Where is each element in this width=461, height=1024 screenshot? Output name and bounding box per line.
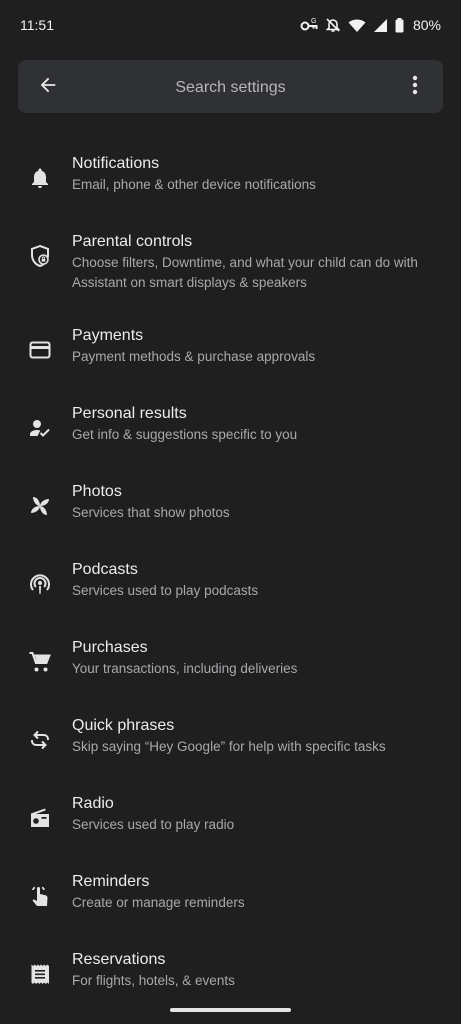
more-options-button[interactable] <box>403 73 427 101</box>
pinwheel-icon <box>26 492 54 520</box>
repeat-icon <box>26 726 54 754</box>
vpn-key-icon: G <box>300 17 318 33</box>
setting-title: Quick phrases <box>72 717 175 734</box>
home-indicator[interactable] <box>170 1008 291 1012</box>
setting-title: Radio <box>72 795 114 812</box>
setting-subtitle: Skip saying “Hey Google” for help with s… <box>72 739 386 754</box>
setting-title: Photos <box>72 483 122 500</box>
person-check-icon <box>26 414 54 442</box>
cart-icon <box>26 648 54 676</box>
setting-subtitle: Payment methods & purchase approvals <box>72 349 316 364</box>
radio-icon <box>26 804 54 832</box>
signal-icon <box>373 18 388 33</box>
wifi-icon <box>348 18 366 33</box>
setting-subtitle: Services used to play podcasts <box>72 583 259 598</box>
setting-reminders[interactable]: Reminders Create or manage reminders <box>0 858 461 936</box>
setting-title: Reminders <box>72 873 150 890</box>
receipt-icon <box>26 960 54 988</box>
shield-lock-icon <box>26 242 54 270</box>
setting-title: Parental controls <box>72 233 193 250</box>
arrow-back-icon[interactable] <box>37 74 59 101</box>
search-bar[interactable] <box>18 60 443 115</box>
setting-personal-results[interactable]: Personal results Get info & suggestions … <box>0 390 461 468</box>
setting-title: Podcasts <box>72 561 138 578</box>
battery-icon <box>395 17 404 33</box>
settings-list: Notifications Email, phone & other devic… <box>0 140 461 1014</box>
more-vert-icon[interactable] <box>412 75 418 100</box>
setting-quick-phrases[interactable]: Quick phrases Skip saying “Hey Google” f… <box>0 702 461 780</box>
credit-card-icon <box>26 336 54 364</box>
setting-title: Payments <box>72 327 144 344</box>
setting-podcasts[interactable]: Podcasts Services used to play podcasts <box>0 546 461 624</box>
setting-photos[interactable]: Photos Services that show photos <box>0 468 461 546</box>
svg-text:G: G <box>311 18 316 25</box>
setting-subtitle: Email, phone & other device notification… <box>72 177 316 192</box>
setting-reservations[interactable]: Reservations For flights, hotels, & even… <box>0 936 461 1014</box>
reminder-hand-icon <box>26 882 54 910</box>
podcast-icon <box>26 570 54 598</box>
back-button[interactable] <box>34 73 62 101</box>
setting-subtitle: Choose filters, Downtime, and what your … <box>72 255 418 290</box>
notifications-off-icon <box>325 17 341 33</box>
setting-title: Notifications <box>72 155 160 172</box>
setting-payments[interactable]: Payments Payment methods & purchase appr… <box>0 312 461 390</box>
bell-icon <box>26 164 54 192</box>
setting-radio[interactable]: Radio Services used to play radio <box>0 780 461 858</box>
status-bar: 11:51 G 80% <box>0 0 461 50</box>
battery-percent: 80% <box>412 17 441 33</box>
setting-title: Reservations <box>72 951 166 968</box>
setting-subtitle: Get info & suggestions specific to you <box>72 427 298 442</box>
search-input[interactable] <box>78 60 383 115</box>
setting-subtitle: Services used to play radio <box>72 817 235 832</box>
setting-purchases[interactable]: Purchases Your transactions, including d… <box>0 624 461 702</box>
setting-title: Personal results <box>72 405 187 422</box>
setting-subtitle: For flights, hotels, & events <box>72 973 235 988</box>
status-icons: G 80% <box>300 17 441 33</box>
setting-title: Purchases <box>72 639 148 656</box>
setting-parental-controls[interactable]: Parental controls Choose filters, Downti… <box>0 218 461 312</box>
status-time: 11:51 <box>20 17 54 33</box>
setting-subtitle: Your transactions, including deliveries <box>72 661 298 676</box>
setting-subtitle: Create or manage reminders <box>72 895 245 910</box>
setting-notifications[interactable]: Notifications Email, phone & other devic… <box>0 140 461 218</box>
setting-subtitle: Services that show photos <box>72 505 230 520</box>
